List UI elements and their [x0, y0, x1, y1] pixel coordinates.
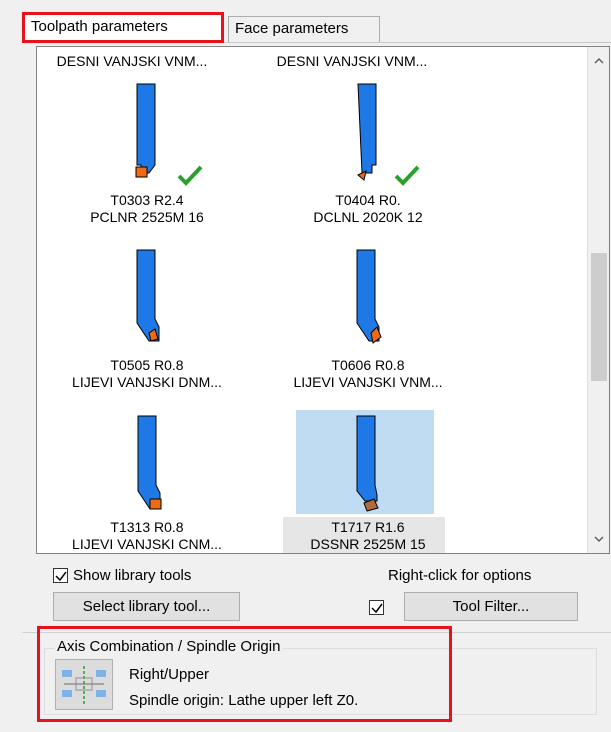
tool-desc: DSSNR 2525M 15: [310, 536, 426, 552]
turning-tool-icon[interactable]: [136, 415, 166, 519]
turning-tool-icon[interactable]: [135, 249, 165, 353]
tool-item-t1313[interactable]: T1313 R0.8 LIJEVI VANJSKI CNM...: [52, 519, 242, 553]
tool-id: T0404 R0.: [335, 192, 401, 208]
tool-name-top-right: DESNI VANJSKI VNM...: [276, 53, 428, 69]
tool-desc: LIJEVI VANJSKI CNM...: [72, 536, 222, 552]
turning-tool-icon[interactable]: [355, 415, 385, 519]
tab-toolpath-parameters[interactable]: Toolpath parameters: [22, 12, 224, 43]
options-hint: Right-click for options: [388, 567, 532, 584]
scroll-down-icon[interactable]: [593, 533, 605, 545]
checkmark-icon: [55, 571, 67, 582]
tool-item-t0505[interactable]: T0505 R0.8 LIJEVI VANJSKI DNM...: [52, 357, 242, 391]
check-icon: [177, 165, 203, 186]
checkmark-icon: [371, 603, 383, 614]
tool-filter-button[interactable]: Tool Filter...: [404, 592, 578, 621]
show-library-label[interactable]: Show library tools: [73, 567, 191, 584]
tool-desc: LIJEVI VANJSKI DNM...: [72, 374, 222, 390]
tool-id: T0303 R2.4: [110, 192, 184, 208]
turning-tool-icon[interactable]: [352, 83, 382, 187]
tool-id: T1313 R0.8: [110, 519, 184, 535]
tool-id: T0606 R0.8: [331, 357, 405, 373]
tab-face-parameters[interactable]: Face parameters: [228, 16, 380, 42]
tool-desc: DCLNL 2020K 12: [313, 209, 423, 225]
axis-highlight-box: [37, 626, 452, 722]
tool-id: T1717 R1.6: [331, 519, 405, 535]
turning-tool-icon[interactable]: [131, 83, 161, 187]
select-library-tool-button[interactable]: Select library tool...: [53, 592, 240, 621]
show-library-checkbox[interactable]: [53, 568, 68, 583]
tool-desc: PCLNR 2525M 16: [90, 209, 204, 225]
turning-tool-icon[interactable]: [355, 249, 385, 353]
tool-id: T0505 R0.8: [110, 357, 184, 373]
tool-list-scrollbar[interactable]: [587, 47, 609, 553]
tool-item-t1717[interactable]: T1717 R1.6 DSSNR 2525M 15: [273, 519, 463, 553]
tool-filter-checkbox[interactable]: [369, 600, 384, 615]
tool-item-t0404[interactable]: T0404 R0. DCLNL 2020K 12: [273, 192, 463, 226]
tool-desc: LIJEVI VANJSKI VNM...: [293, 374, 443, 390]
check-icon: [394, 165, 420, 186]
tool-list[interactable]: DESNI VANJSKI VNM... DESNI VANJSKI VNM..…: [36, 46, 610, 554]
tool-item-t0303[interactable]: T0303 R2.4 PCLNR 2525M 16: [52, 192, 242, 226]
scroll-up-icon[interactable]: [593, 55, 605, 67]
tool-name-top-left: DESNI VANJSKI VNM...: [56, 53, 208, 69]
tool-item-t0606[interactable]: T0606 R0.8 LIJEVI VANJSKI VNM...: [273, 357, 463, 391]
scrollbar-thumb[interactable]: [591, 253, 607, 381]
